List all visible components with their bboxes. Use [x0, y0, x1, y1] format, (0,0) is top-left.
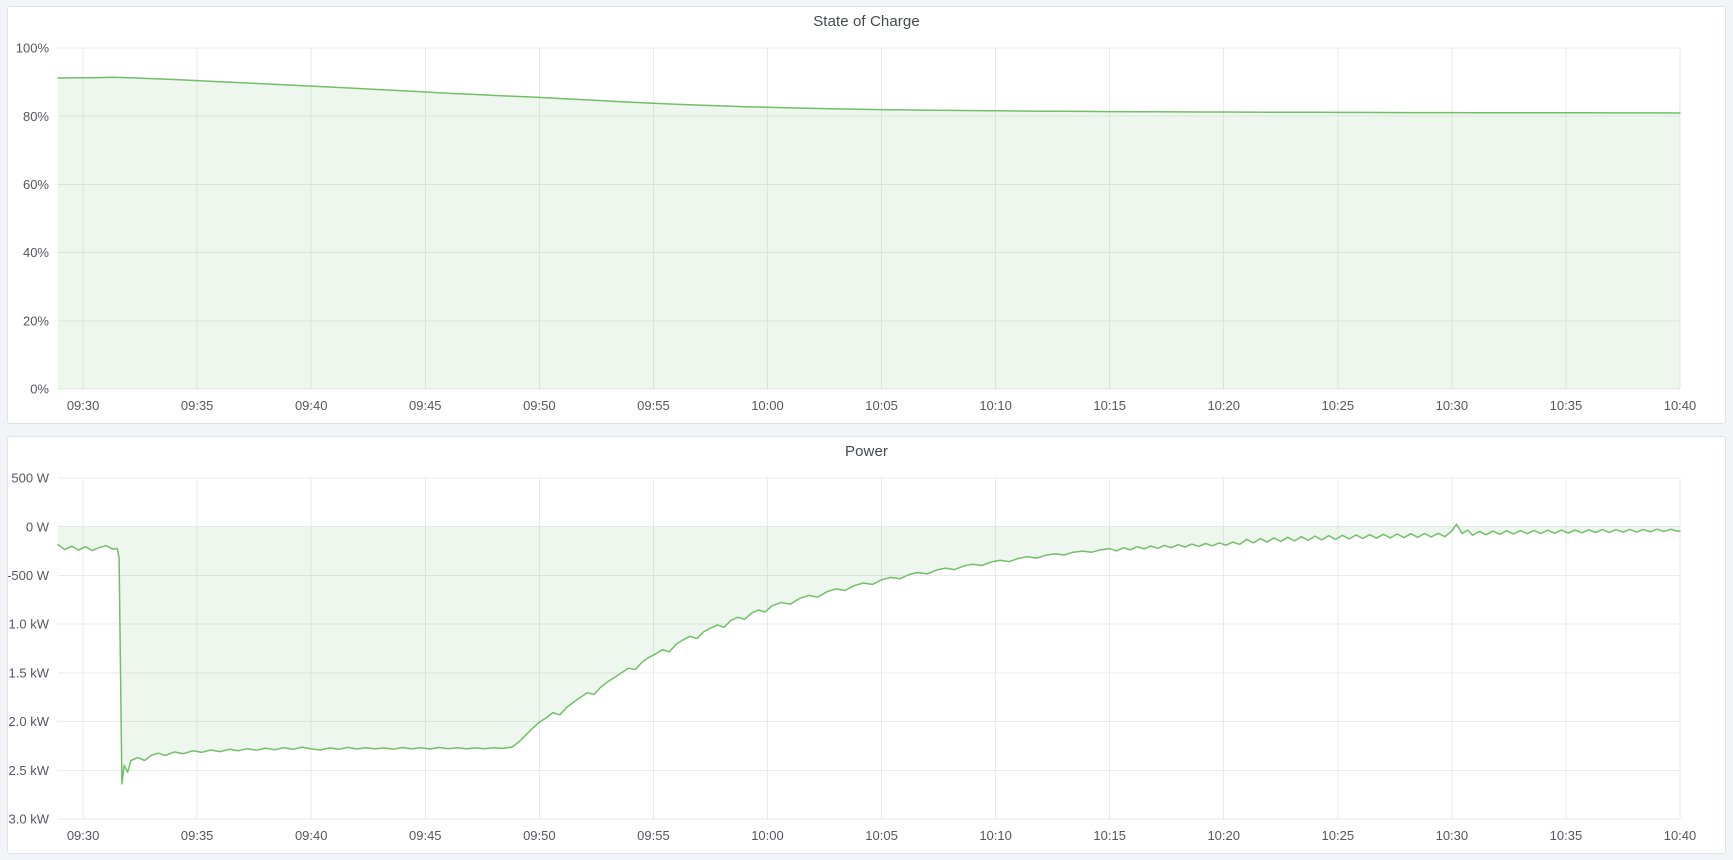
y-tick-label: 40% — [23, 245, 49, 260]
x-tick-label: 09:30 — [67, 398, 100, 413]
x-tick-label: 10:35 — [1550, 398, 1583, 413]
y-tick-label: -500 W — [8, 568, 50, 583]
x-tick-label: 10:30 — [1436, 398, 1469, 413]
x-tick-label: 10:15 — [1093, 398, 1126, 413]
x-tick-label: 09:55 — [637, 398, 670, 413]
y-tick-label: 100% — [16, 41, 50, 56]
x-tick-label: 10:20 — [1207, 398, 1240, 413]
power-chart-area: 500 W 0 W -500 W -1.0 kW -1.5 kW -2.0 kW -2.5 … — [8, 465, 1725, 853]
y-tick-label: 0 W — [26, 519, 50, 534]
x-tick-label: 09:30 — [67, 828, 100, 843]
x-tick-label: 09:45 — [409, 398, 442, 413]
power-panel-title: Power — [8, 437, 1725, 465]
y-tick-label: -3.0 kW — [8, 812, 50, 827]
x-tick-label: 10:15 — [1093, 828, 1126, 843]
x-tick-label: 09:50 — [523, 398, 556, 413]
x-tick-label: 10:35 — [1550, 828, 1583, 843]
state-of-charge-panel-title: State of Charge — [8, 7, 1725, 35]
y-tick-label: -2.0 kW — [8, 714, 50, 729]
x-tick-label: 10:05 — [865, 828, 898, 843]
x-tick-label: 09:40 — [295, 828, 328, 843]
y-tick-label: 20% — [23, 313, 49, 328]
series-fill — [58, 77, 1680, 389]
x-tick-label: 10:10 — [979, 828, 1012, 843]
x-tick-label: 10:00 — [751, 398, 784, 413]
y-tick-label: -1.5 kW — [8, 665, 50, 680]
x-tick-label: 10:30 — [1436, 828, 1469, 843]
x-tick-label: 09:55 — [637, 828, 670, 843]
y-tick-label: -2.5 kW — [8, 763, 50, 778]
y-tick-label: 60% — [23, 177, 49, 192]
x-tick-label: 10:20 — [1207, 828, 1240, 843]
state-of-charge-chart[interactable]: 100% 80% 60% 40% 20% 0% 09:30 09:35 09:40 09:45 09… — [8, 35, 1725, 423]
x-tick-label: 10:40 — [1664, 828, 1697, 843]
panel-state-of-charge: State of Charge 100% 80% 60% 40% 20% 0% 09:30 0… — [7, 6, 1726, 424]
x-tick-label: 10:05 — [865, 398, 898, 413]
power-chart[interactable]: 500 W 0 W -500 W -1.0 kW -1.5 kW -2.0 kW -2.5 … — [8, 465, 1725, 853]
state-of-charge-chart-area: 100% 80% 60% 40% 20% 0% 09:30 09:35 09:40 09:45 09… — [8, 35, 1725, 423]
x-tick-label: 10:25 — [1322, 828, 1355, 843]
x-tick-label: 09:40 — [295, 398, 328, 413]
x-tick-label: 10:25 — [1322, 398, 1355, 413]
x-tick-label: 09:45 — [409, 828, 442, 843]
series-fill — [58, 524, 1680, 784]
x-tick-label: 10:10 — [979, 398, 1012, 413]
y-tick-label: 80% — [23, 109, 49, 124]
x-tick-label: 10:00 — [751, 828, 784, 843]
x-tick-label: 09:35 — [181, 398, 214, 413]
x-tick-label: 09:50 — [523, 828, 556, 843]
y-tick-label: 500 W — [11, 471, 49, 486]
y-tick-label: -1.0 kW — [8, 617, 50, 632]
x-tick-label: 09:35 — [181, 828, 214, 843]
y-tick-label: 0% — [30, 382, 49, 397]
panel-power: Power 500 W 0 W -500 W -1.0 kW -1.5 kW -2.0 k… — [7, 436, 1726, 854]
x-tick-label: 10:40 — [1664, 398, 1697, 413]
